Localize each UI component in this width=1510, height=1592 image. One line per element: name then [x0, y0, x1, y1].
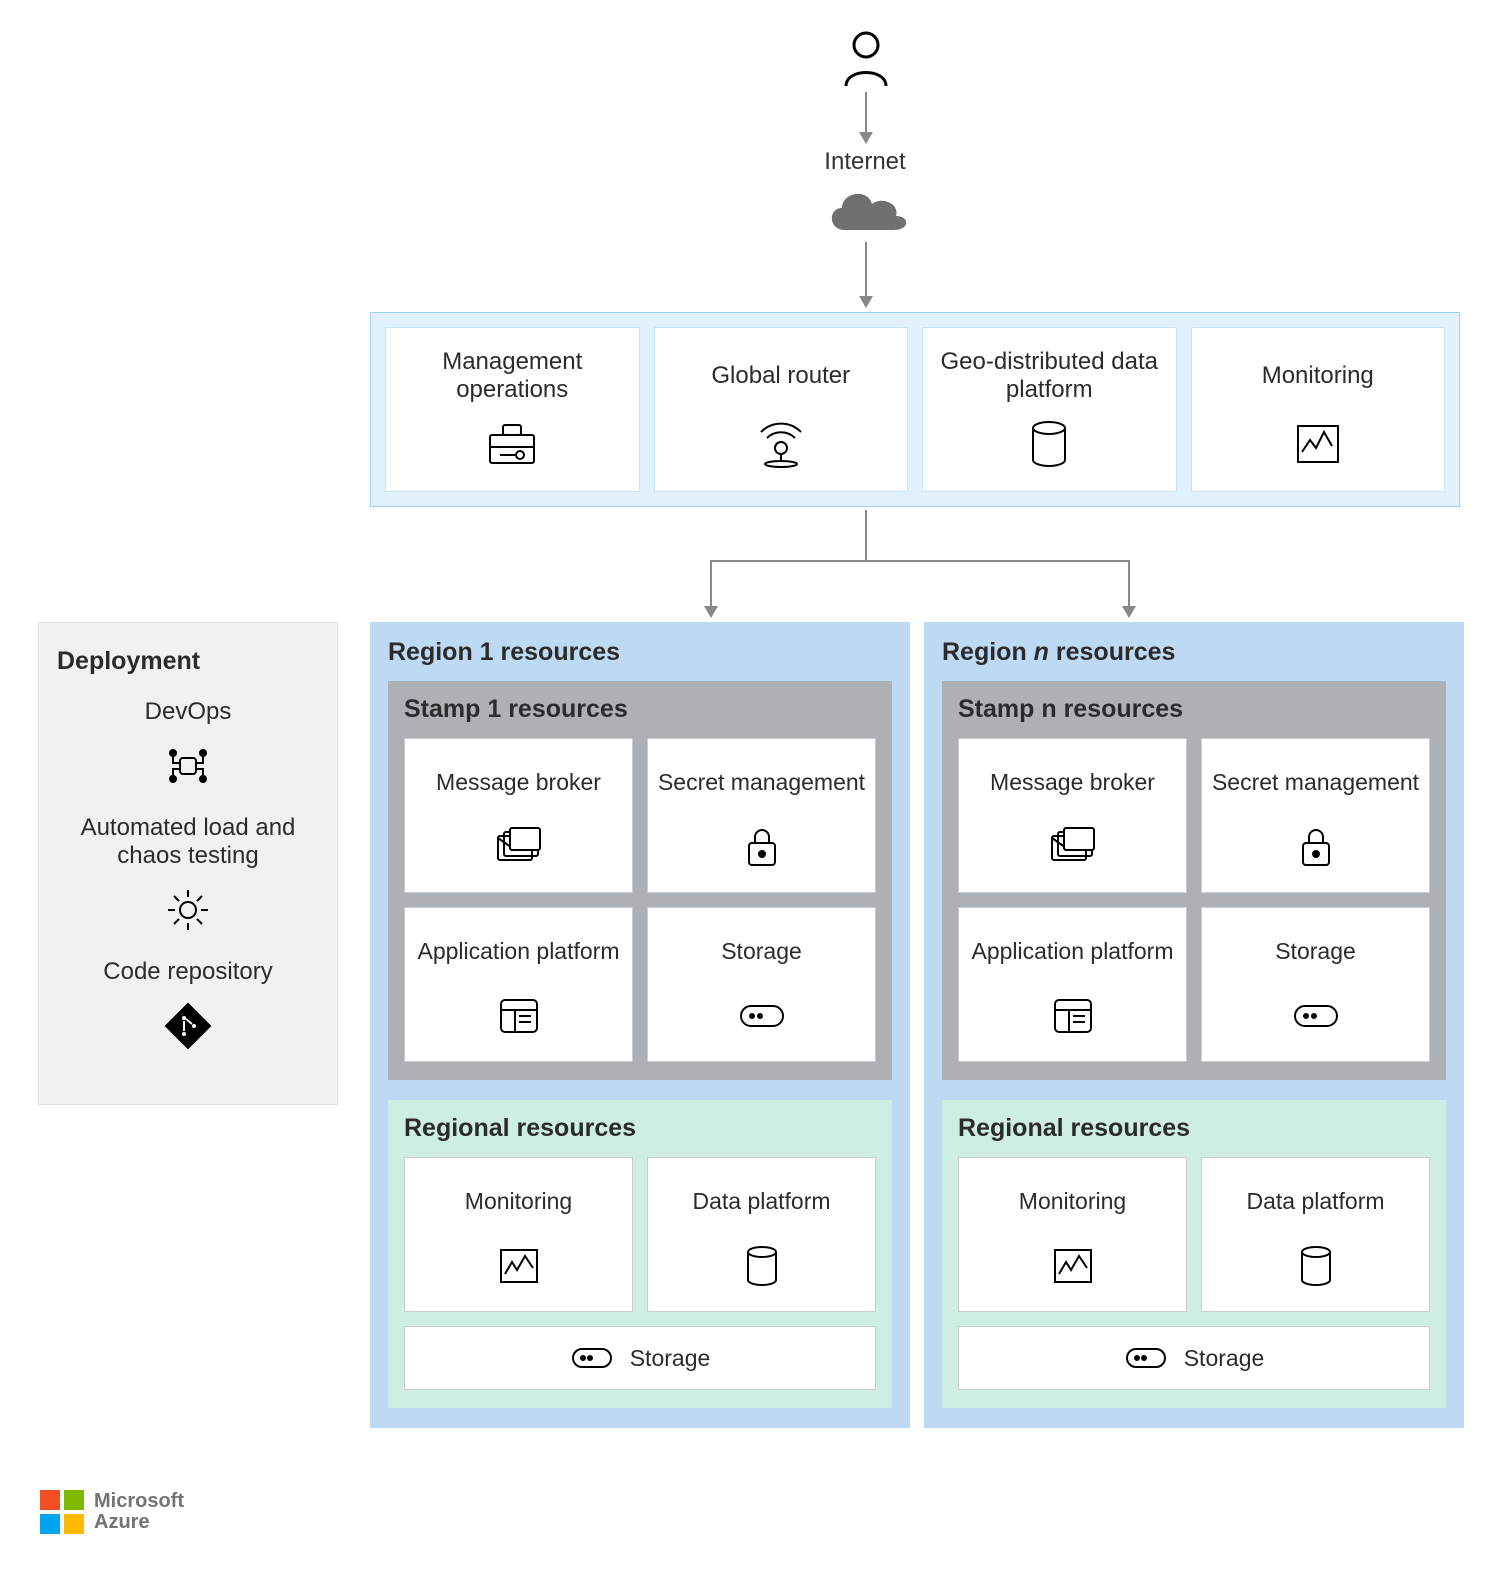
testing-label: Automated load and chaos testing	[57, 814, 319, 870]
repo-label: Code repository	[103, 958, 272, 986]
arrow	[710, 560, 712, 608]
secret-label: Secret management	[1212, 753, 1419, 811]
microsoft-azure-logo: Microsoft Azure	[40, 1490, 184, 1534]
global-router-card: Global router	[654, 327, 909, 492]
stamp1-title: Stamp 1 resources	[404, 695, 876, 724]
data-label: Data platform	[1246, 1172, 1384, 1230]
broker-label: Message broker	[990, 753, 1155, 811]
brand-text: Microsoft Azure	[94, 1491, 184, 1533]
devops-item: DevOps	[57, 698, 319, 792]
deployment-panel: Deployment DevOps Automated load and cha…	[38, 622, 338, 1105]
data-label: Data platform	[692, 1172, 830, 1230]
r-storage-label: Storage	[630, 1345, 711, 1372]
repo-item: Code repository	[57, 958, 319, 1052]
arrow	[1128, 560, 1130, 608]
r-monitoring-label: Monitoring	[1019, 1172, 1126, 1230]
testing-item: Automated load and chaos testing	[57, 814, 319, 936]
data-platform-card: Data platform	[647, 1157, 876, 1312]
management-operations-card: Management operations	[385, 327, 640, 492]
secret-management-card: Secret management	[647, 738, 876, 893]
data-platform-card: Data platform	[1201, 1157, 1430, 1312]
application-platform-card: Application platform	[404, 907, 633, 1062]
arrow	[865, 510, 867, 560]
r-storage-label: Storage	[1184, 1345, 1265, 1372]
envelope-stack-icon	[493, 821, 545, 873]
application-platform-card: Application platform	[958, 907, 1187, 1062]
gear-icon	[162, 884, 214, 936]
region1-title: Region 1 resources	[388, 638, 892, 667]
cloud-icon	[820, 180, 912, 245]
arrow-head-icon	[859, 296, 873, 308]
database-icon	[1290, 1240, 1342, 1292]
arrow-head-icon	[859, 132, 873, 144]
drive-icon	[736, 990, 788, 1042]
user-icon	[840, 30, 892, 93]
monitor-chart-icon	[493, 1240, 545, 1292]
message-broker-card: Message broker	[958, 738, 1187, 893]
region-n-panel: Region n resources Stamp n resources Mes…	[924, 622, 1464, 1428]
microsoft-logo-icon	[40, 1490, 84, 1534]
regional-storage-card: Storage	[404, 1326, 876, 1390]
router-icon	[755, 418, 807, 470]
regional-title: Regional resources	[958, 1114, 1430, 1143]
geo-data-platform-card: Geo-distributed data platform	[922, 327, 1177, 492]
message-broker-card: Message broker	[404, 738, 633, 893]
global-resources-group: Management operations Global router Geo-…	[370, 312, 1460, 507]
devops-label: DevOps	[145, 698, 232, 726]
geo-label: Geo-distributed data platform	[933, 346, 1166, 406]
monitoring-card: Monitoring	[1191, 327, 1446, 492]
drive-icon	[1124, 1343, 1168, 1373]
storage-card: Storage	[1201, 907, 1430, 1062]
app-label: Application platform	[418, 922, 620, 980]
storage-label: Storage	[721, 922, 802, 980]
stamp-1-panel: Stamp 1 resources Message broker Secret …	[388, 681, 892, 1080]
toolbox-icon	[486, 418, 538, 470]
stamp-n-panel: Stamp n resources Message broker Secret …	[942, 681, 1446, 1080]
drive-icon	[1290, 990, 1342, 1042]
broker-label: Message broker	[436, 753, 601, 811]
regional-storage-card: Storage	[958, 1326, 1430, 1390]
app-window-icon	[1047, 990, 1099, 1042]
lock-icon	[1290, 821, 1342, 873]
regional-monitoring-card: Monitoring	[404, 1157, 633, 1312]
regional-monitoring-card: Monitoring	[958, 1157, 1187, 1312]
storage-label: Storage	[1275, 922, 1356, 980]
envelope-stack-icon	[1047, 821, 1099, 873]
deployment-title: Deployment	[57, 647, 319, 676]
r-monitoring-label: Monitoring	[465, 1172, 572, 1230]
drive-icon	[570, 1343, 614, 1373]
region-1-panel: Region 1 resources Stamp 1 resources Mes…	[370, 622, 910, 1428]
app-label: Application platform	[972, 922, 1174, 980]
secret-label: Secret management	[658, 753, 865, 811]
arrow-head-icon	[704, 606, 718, 618]
devops-icon	[162, 740, 214, 792]
router-label: Global router	[711, 346, 850, 406]
arrow-head-icon	[1122, 606, 1136, 618]
regional-resources-panel: Regional resources Monitoring Data platf…	[388, 1100, 892, 1408]
arrow	[865, 92, 867, 134]
lock-icon	[736, 821, 788, 873]
app-window-icon	[493, 990, 545, 1042]
secret-management-card: Secret management	[1201, 738, 1430, 893]
regional-title: Regional resources	[404, 1114, 876, 1143]
monitoring-label: Monitoring	[1262, 346, 1374, 406]
git-icon	[162, 1000, 214, 1052]
internet-label: Internet	[780, 148, 950, 176]
database-icon	[736, 1240, 788, 1292]
arrow	[865, 242, 867, 298]
monitor-chart-icon	[1292, 418, 1344, 470]
regional-resources-panel: Regional resources Monitoring Data platf…	[942, 1100, 1446, 1408]
database-icon	[1023, 418, 1075, 470]
stampN-title: Stamp n resources	[958, 695, 1430, 724]
regionN-title: Region n resources	[942, 638, 1446, 667]
monitor-chart-icon	[1047, 1240, 1099, 1292]
connector	[710, 560, 1130, 562]
storage-card: Storage	[647, 907, 876, 1062]
management-label: Management operations	[396, 346, 629, 406]
